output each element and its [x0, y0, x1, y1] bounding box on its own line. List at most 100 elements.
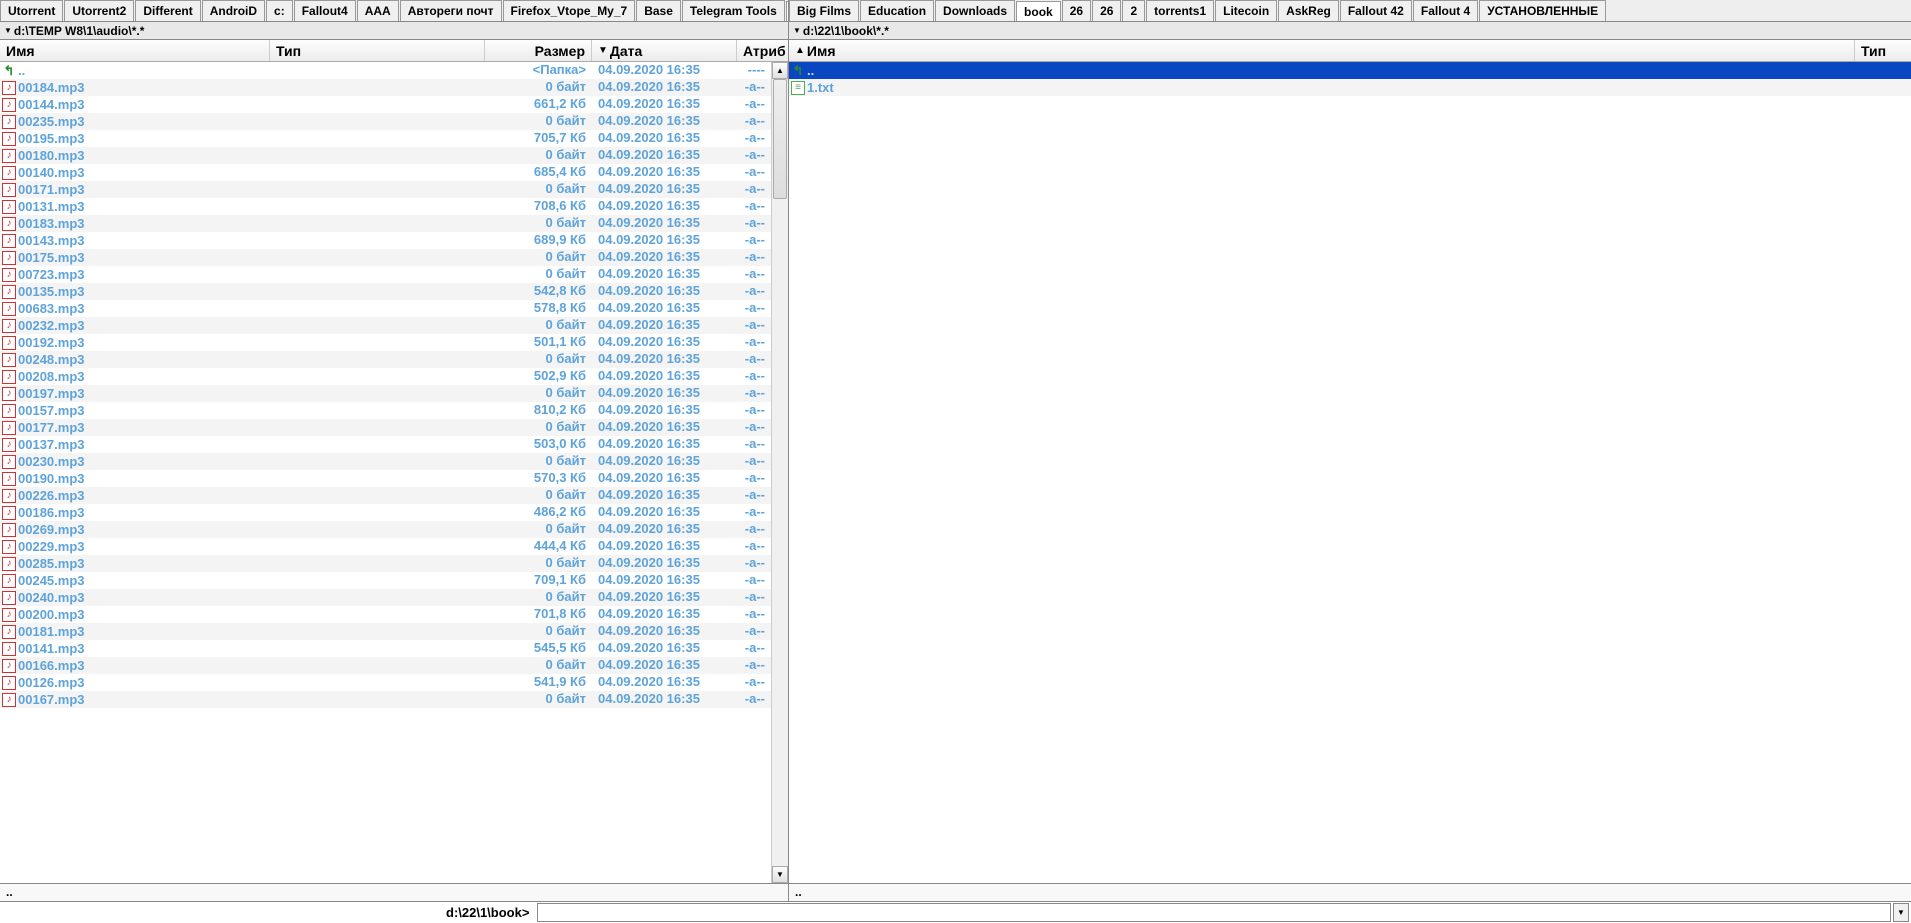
file-row[interactable]: ♪00235.mp30 байт04.09.2020 16:35-a--	[0, 113, 771, 130]
right-path-bar[interactable]: ▼ d:\22\1\book\*.*	[789, 22, 1911, 40]
file-row[interactable]: ♪00226.mp30 байт04.09.2020 16:35-a--	[0, 487, 771, 504]
header-type[interactable]: Тип	[270, 40, 485, 61]
file-row[interactable]: ♪00167.mp30 байт04.09.2020 16:35-a--	[0, 691, 771, 708]
file-size: <Папка>	[485, 62, 592, 79]
file-row[interactable]: ♪00200.mp3701,8 Кб04.09.2020 16:35-a--	[0, 606, 771, 623]
file-row[interactable]: ♪00177.mp30 байт04.09.2020 16:35-a--	[0, 419, 771, 436]
file-row[interactable]: ♪00171.mp30 байт04.09.2020 16:35-a--	[0, 181, 771, 198]
tab[interactable]: Fallout4	[294, 0, 356, 21]
file-row[interactable]: ♪00230.mp30 байт04.09.2020 16:35-a--	[0, 453, 771, 470]
file-row[interactable]: ♪00186.mp3486,2 Кб04.09.2020 16:35-a--	[0, 504, 771, 521]
file-row[interactable]: ♪00141.mp3545,5 Кб04.09.2020 16:35-a--	[0, 640, 771, 657]
scroll-track[interactable]	[772, 79, 788, 866]
file-date: 04.09.2020 16:35	[592, 79, 737, 96]
dropdown-icon[interactable]: ▼	[4, 26, 12, 35]
file-row[interactable]: ♪00285.mp30 байт04.09.2020 16:35-a--	[0, 555, 771, 572]
tab[interactable]: Telegram Tools	[682, 0, 785, 21]
tab[interactable]: c:	[266, 0, 293, 21]
command-input[interactable]	[537, 903, 1891, 922]
tab[interactable]: Big Films	[789, 0, 859, 21]
file-size: 0 байт	[485, 555, 592, 572]
file-name: 00180.mp3	[18, 148, 85, 163]
left-scrollbar[interactable]: ▲ ▼	[771, 62, 788, 883]
tab[interactable]: Different	[135, 0, 200, 21]
tab[interactable]: Utorrent	[0, 0, 63, 21]
file-row[interactable]: ♪00248.mp30 байт04.09.2020 16:35-a--	[0, 351, 771, 368]
left-tabs: UtorrentUtorrent2DifferentAndroiDc:Fallo…	[0, 0, 788, 22]
tab[interactable]: Авторeги почт	[400, 0, 502, 21]
command-history-dropdown[interactable]: ▼	[1893, 903, 1909, 922]
tab[interactable]: Litecoin	[1215, 0, 1277, 21]
tab[interactable]: AskReg	[1278, 0, 1339, 21]
file-name: 00240.mp3	[18, 590, 85, 605]
header-size[interactable]: Размер	[485, 40, 592, 61]
file-size: 0 байт	[485, 623, 592, 640]
file-name: 00190.mp3	[18, 471, 85, 486]
audio-file-icon: ♪	[2, 591, 16, 605]
tab[interactable]: AAA	[357, 0, 399, 21]
file-row[interactable]: ♪00229.mp3444,4 Кб04.09.2020 16:35-a--	[0, 538, 771, 555]
header-attr[interactable]: Атриб	[737, 40, 793, 61]
tab[interactable]: Downloads	[935, 0, 1015, 21]
file-row[interactable]: ♪00144.mp3661,2 Кб04.09.2020 16:35-a--	[0, 96, 771, 113]
scroll-up-button[interactable]: ▲	[772, 62, 788, 79]
file-row[interactable]: ♪00181.mp30 байт04.09.2020 16:35-a--	[0, 623, 771, 640]
file-row[interactable]: ♪00195.mp3705,7 Кб04.09.2020 16:35-a--	[0, 130, 771, 147]
tab[interactable]: 26	[1092, 0, 1121, 21]
file-attr: -a--	[737, 402, 771, 419]
file-date: 04.09.2020 16:35	[592, 62, 737, 79]
file-row[interactable]: ♪00137.mp3503,0 Кб04.09.2020 16:35-a--	[0, 436, 771, 453]
file-attr: -a--	[737, 181, 771, 198]
file-row[interactable]: ♪00269.mp30 байт04.09.2020 16:35-a--	[0, 521, 771, 538]
tab[interactable]: 26	[1062, 0, 1091, 21]
file-row[interactable]: ♪00140.mp3685,4 Кб04.09.2020 16:35-a--	[0, 164, 771, 181]
tab[interactable]: book	[1016, 1, 1061, 22]
file-row[interactable]: ♪00184.mp30 байт04.09.2020 16:35-a--	[0, 79, 771, 96]
scroll-down-button[interactable]: ▼	[772, 866, 788, 883]
tab[interactable]: Fallout 4	[1413, 0, 1478, 21]
file-row[interactable]: ♪00180.mp30 байт04.09.2020 16:35-a--	[0, 147, 771, 164]
file-row[interactable]: ♪00240.mp30 байт04.09.2020 16:35-a--	[0, 589, 771, 606]
tab[interactable]: torrents1	[1146, 0, 1214, 21]
tab[interactable]: AndroiD	[202, 0, 265, 21]
parent-dir-row[interactable]: ↰..<Папка>04.09.2020 16:35----	[0, 62, 771, 79]
parent-dir-row[interactable]: ↰..<Папка>04.09.2020 16:32----	[789, 62, 1911, 79]
header-name[interactable]: ▲Имя	[789, 40, 1855, 61]
file-row[interactable]: ♪00166.mp30 байт04.09.2020 16:35-a--	[0, 657, 771, 674]
header-name[interactable]: Имя	[0, 40, 270, 61]
file-attr: -a--	[737, 470, 771, 487]
file-name: 00195.mp3	[18, 131, 85, 146]
left-path-bar[interactable]: ▼ d:\TEMP W8\1\audio\*.*	[0, 22, 788, 40]
file-row[interactable]: ♪00232.mp30 байт04.09.2020 16:35-a--	[0, 317, 771, 334]
file-row[interactable]: ♪00143.mp3689,9 Кб04.09.2020 16:35-a--	[0, 232, 771, 249]
tab[interactable]: УСТАНОВЛЕННЫЕ	[1479, 0, 1606, 21]
audio-file-icon: ♪	[2, 217, 16, 231]
file-row[interactable]: ♪00245.mp3709,1 Кб04.09.2020 16:35-a--	[0, 572, 771, 589]
file-row[interactable]: ♪00131.mp3708,6 Кб04.09.2020 16:35-a--	[0, 198, 771, 215]
file-row[interactable]: ♪00197.mp30 байт04.09.2020 16:35-a--	[0, 385, 771, 402]
tab[interactable]: Firefox_Vtope_My_7	[503, 0, 636, 21]
file-attr: -a--	[737, 521, 771, 538]
file-row[interactable]: ♪00126.mp3541,9 Кб04.09.2020 16:35-a--	[0, 674, 771, 691]
file-row[interactable]: ≡1.txt1,8 Мб04.09.2020 16:32-a--	[789, 79, 1911, 96]
audio-file-icon: ♪	[2, 81, 16, 95]
tab[interactable]: audio	[786, 1, 788, 22]
file-row[interactable]: ♪00723.mp30 байт04.09.2020 16:35-a--	[0, 266, 771, 283]
header-type[interactable]: Тип	[1855, 40, 1911, 61]
file-row[interactable]: ♪00157.mp3810,2 Кб04.09.2020 16:35-a--	[0, 402, 771, 419]
header-date[interactable]: ▼Дата	[592, 40, 737, 61]
file-row[interactable]: ♪00683.mp3578,8 Кб04.09.2020 16:35-a--	[0, 300, 771, 317]
file-row[interactable]: ♪00192.mp3501,1 Кб04.09.2020 16:35-a--	[0, 334, 771, 351]
scroll-thumb[interactable]	[773, 79, 787, 199]
file-row[interactable]: ♪00175.mp30 байт04.09.2020 16:35-a--	[0, 249, 771, 266]
tab[interactable]: Education	[860, 0, 934, 21]
file-row[interactable]: ♪00190.mp3570,3 Кб04.09.2020 16:35-a--	[0, 470, 771, 487]
dropdown-icon[interactable]: ▼	[793, 26, 801, 35]
file-row[interactable]: ♪00208.mp3502,9 Кб04.09.2020 16:35-a--	[0, 368, 771, 385]
file-row[interactable]: ♪00183.mp30 байт04.09.2020 16:35-a--	[0, 215, 771, 232]
file-row[interactable]: ♪00135.mp3542,8 Кб04.09.2020 16:35-a--	[0, 283, 771, 300]
tab[interactable]: Fallout 42	[1340, 0, 1412, 21]
tab[interactable]: 2	[1122, 0, 1145, 21]
tab[interactable]: Utorrent2	[64, 0, 134, 21]
tab[interactable]: Base	[636, 0, 681, 21]
